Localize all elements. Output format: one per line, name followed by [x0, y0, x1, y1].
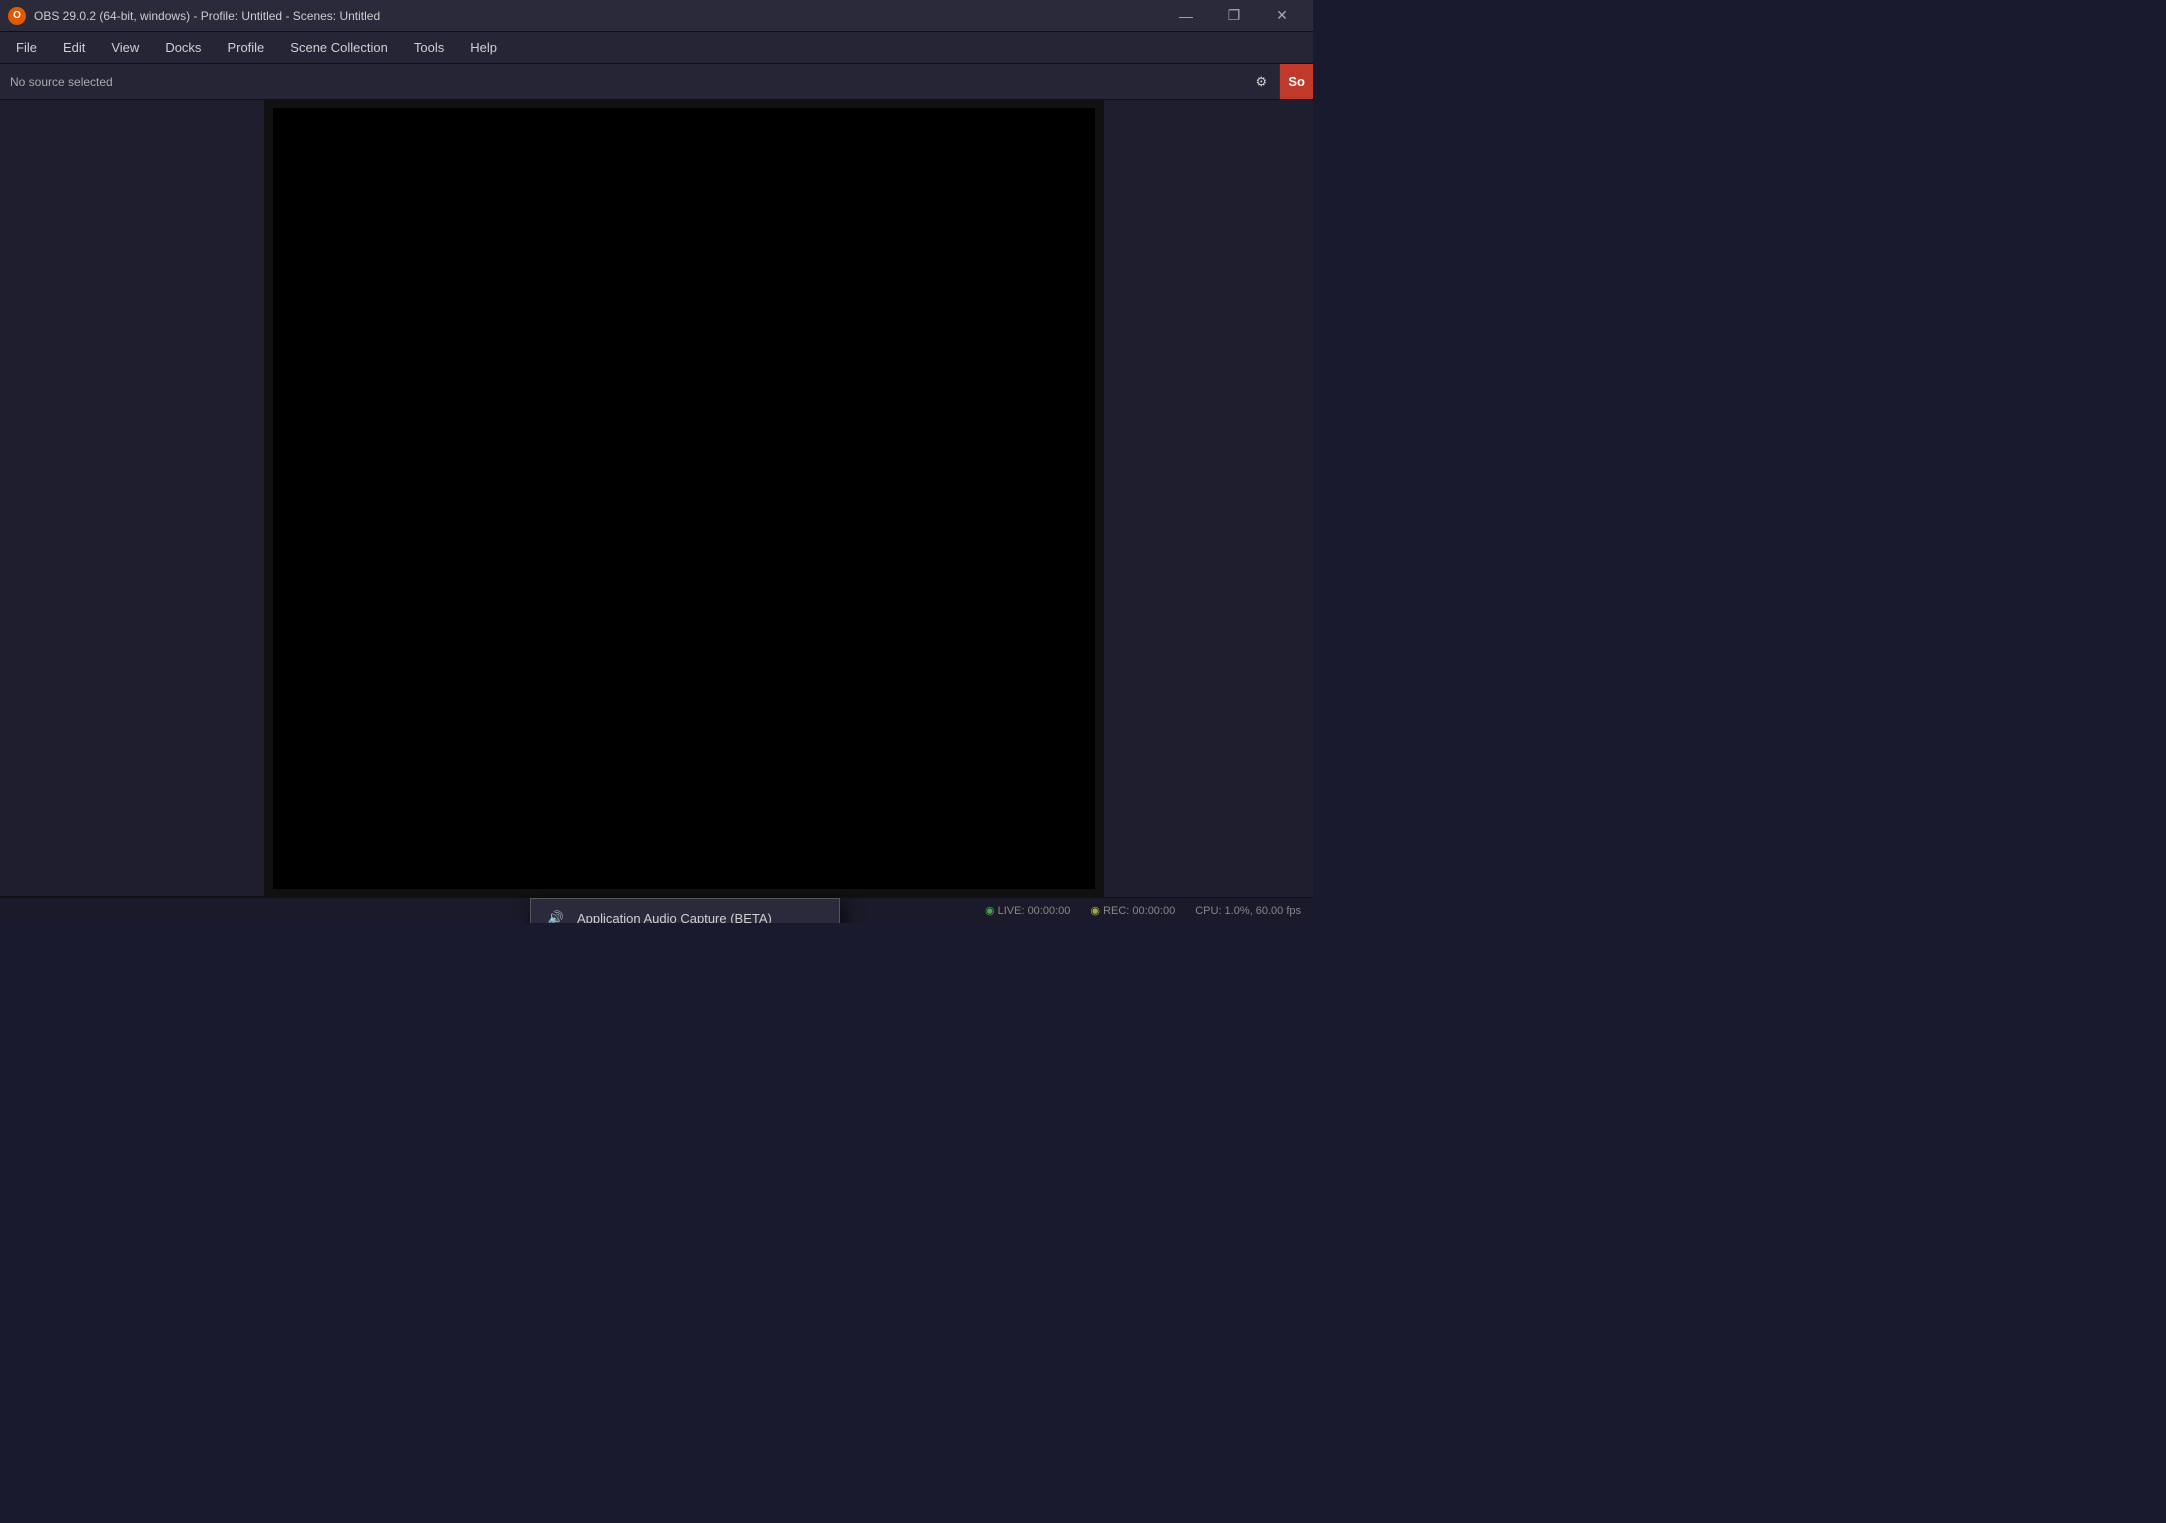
- no-source-bar: No source selected ⚙ So: [0, 64, 1313, 100]
- obs-icon: O: [8, 7, 26, 25]
- menu-view[interactable]: View: [99, 36, 151, 59]
- maximize-button[interactable]: ❐: [1211, 0, 1257, 32]
- controls-upper: [1103, 100, 1313, 897]
- scenes-upper: [0, 100, 265, 897]
- close-button[interactable]: ✕: [1259, 0, 1305, 32]
- left-column: [0, 100, 265, 897]
- dropdown-app-audio[interactable]: 🔊 Application Audio Capture (BETA): [531, 899, 839, 923]
- live-indicator: ◉ LIVE: 00:00:00: [985, 904, 1070, 917]
- live-icon: ◉: [985, 905, 995, 917]
- menu-edit[interactable]: Edit: [51, 36, 97, 59]
- no-source-label: No source selected: [0, 75, 1247, 89]
- menubar: File Edit View Docks Profile Scene Colle…: [0, 32, 1313, 64]
- app-audio-icon: 🔊: [547, 909, 565, 923]
- rec-indicator: ◉ REC: 00:00:00: [1090, 904, 1175, 917]
- menu-docks[interactable]: Docks: [153, 36, 213, 59]
- source-dropdown: 🔊 Application Audio Capture (BETA) 🎤 Aud…: [530, 898, 840, 923]
- menu-tools[interactable]: Tools: [402, 36, 456, 59]
- settings-icon-small[interactable]: ⚙: [1247, 68, 1275, 96]
- minimize-button[interactable]: —: [1163, 0, 1209, 32]
- titlebar-title: OBS 29.0.2 (64-bit, windows) - Profile: …: [34, 9, 380, 23]
- titlebar-controls[interactable]: — ❐ ✕: [1163, 0, 1305, 32]
- menu-file[interactable]: File: [4, 36, 49, 59]
- sources-header-indicator: So: [1279, 64, 1313, 99]
- menu-scene-collection[interactable]: Scene Collection: [278, 36, 400, 59]
- menu-help[interactable]: Help: [458, 36, 509, 59]
- cpu-indicator: CPU: 1.0%, 60.00 fps: [1195, 905, 1301, 917]
- rec-icon: ◉: [1090, 905, 1100, 917]
- menu-profile[interactable]: Profile: [215, 36, 276, 59]
- preview-area: [265, 100, 1103, 897]
- titlebar-left: O OBS 29.0.2 (64-bit, windows) - Profile…: [8, 7, 380, 25]
- preview-canvas: [273, 108, 1095, 889]
- titlebar: O OBS 29.0.2 (64-bit, windows) - Profile…: [0, 0, 1313, 32]
- main-content: [0, 100, 1313, 897]
